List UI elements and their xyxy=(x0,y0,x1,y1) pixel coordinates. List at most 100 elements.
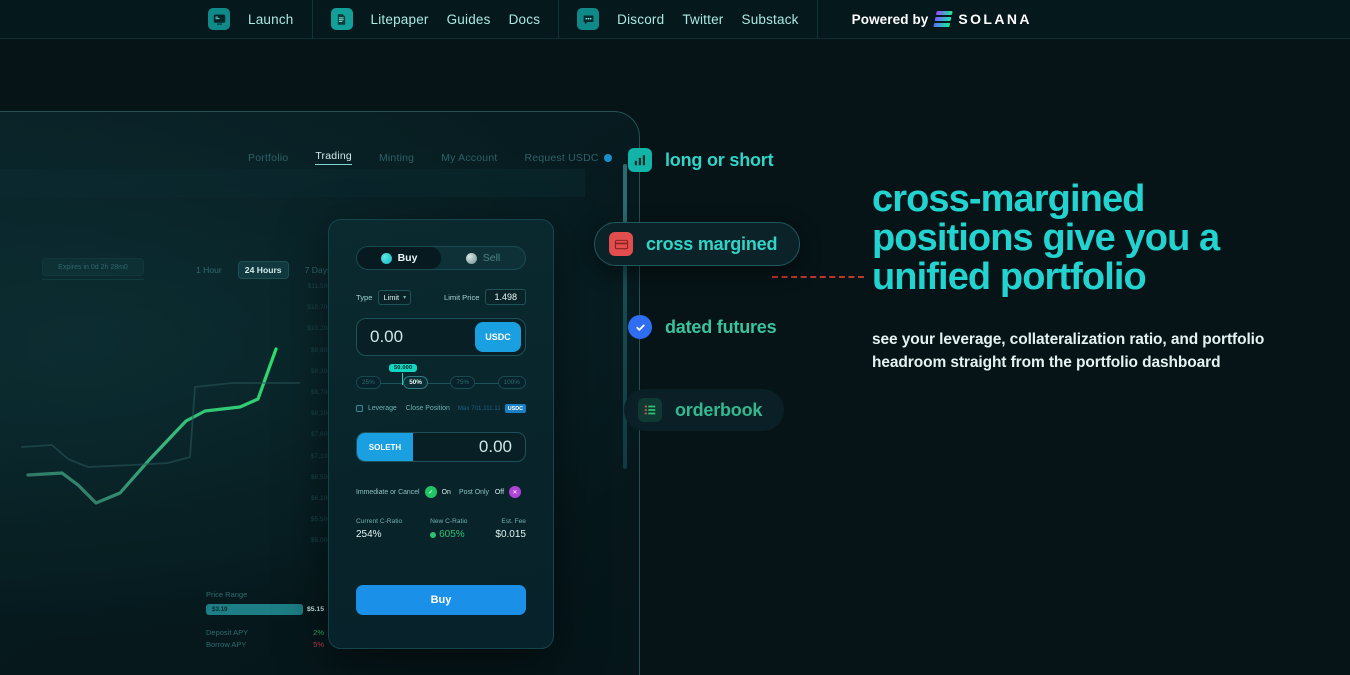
buy-sell-toggle: Buy Sell xyxy=(356,246,526,270)
post-only-label: Post Only xyxy=(459,488,489,496)
currency-usdc-button[interactable]: USDC xyxy=(475,322,521,352)
hero-stage: Portfolio Trading Minting My Account Req… xyxy=(0,39,1350,675)
feature-orderbook-label: orderbook xyxy=(675,399,763,420)
submit-buy-button[interactable]: Buy xyxy=(356,585,526,615)
y-tick: $8,700 xyxy=(310,388,331,396)
solana-wordmark: SOLANA xyxy=(958,11,1032,27)
new-cratio-label: New C-Ratio xyxy=(430,518,468,525)
up-indicator-icon xyxy=(430,531,437,538)
y-tick: $6,100 xyxy=(310,494,331,502)
nav-link-discord[interactable]: Discord xyxy=(617,12,664,27)
deposit-apy-label: Deposit APY xyxy=(206,628,249,637)
nav-link-guides[interactable]: Guides xyxy=(447,12,491,27)
y-tick: $10,700 xyxy=(307,304,331,312)
nav-link-substack[interactable]: Substack xyxy=(741,12,798,27)
chat-icon xyxy=(577,8,600,30)
y-tick: $7,600 xyxy=(310,431,331,439)
chart-y-axis-labels: $11,500 $10,700 $10,200 $9,800 $9,300 $8… xyxy=(289,283,331,544)
max-currency-tag: USDC xyxy=(504,404,526,413)
leverage-label: Leverage xyxy=(368,405,397,412)
slider-value-tooltip: 50.000 xyxy=(389,364,418,372)
sell-tab[interactable]: Sell xyxy=(441,247,525,269)
max-amount-label: Max 701,111.11 xyxy=(457,405,501,412)
price-range-panel: Price Range $3.19 $5.15 Deposit APY 2% B… xyxy=(206,590,324,649)
order-type-select[interactable]: Limit ▾ xyxy=(378,289,412,305)
y-tick: $5,000 xyxy=(310,537,331,545)
nav-group-social: Discord Twitter Substack xyxy=(559,0,816,39)
app-nav-my-account[interactable]: My Account xyxy=(441,152,497,164)
chevron-down-icon: ▾ xyxy=(403,294,407,301)
nav-link-litepaper[interactable]: Litepaper xyxy=(371,12,429,27)
y-tick: $5,500 xyxy=(310,516,331,524)
document-icon xyxy=(330,8,353,30)
order-type-value: Limit xyxy=(383,292,400,302)
post-only-state: Off xyxy=(494,488,504,496)
terminal-icon xyxy=(208,8,230,30)
immediate-or-cancel-toggle[interactable]: ✓ xyxy=(424,486,437,498)
new-cratio-cell: New C-Ratio 605% xyxy=(430,518,467,540)
est-fee-value: $0.015 xyxy=(495,529,526,540)
nav-link-docs[interactable]: Docs xyxy=(509,12,541,27)
current-cratio-value: 254% xyxy=(356,529,382,540)
feature-long-or-short-label: long or short xyxy=(665,149,774,170)
credit-card-icon xyxy=(609,232,633,256)
leverage-row: Leverage Close Position Max 701,111.11 U… xyxy=(356,404,526,413)
post-only-toggle[interactable]: ✕ xyxy=(509,486,521,498)
feature-dated-futures[interactable]: dated futures xyxy=(614,306,798,348)
sell-tab-label: Sell xyxy=(482,252,501,264)
percentage-slider[interactable]: 50.000 25% 50% 75% 100% xyxy=(356,364,526,395)
limit-price-input[interactable]: 1.498 xyxy=(485,289,526,305)
leverage-checkbox[interactable] xyxy=(356,405,363,412)
nav-group-launch: Launch xyxy=(190,0,312,39)
top-navigation-bar: Launch Litepaper Guides Docs Discord Twi… xyxy=(0,0,1350,39)
app-nav-trading[interactable]: Trading xyxy=(315,150,352,165)
y-tick: $7,100 xyxy=(310,452,331,460)
close-position-label[interactable]: Close Position xyxy=(406,405,450,412)
amount-input-field[interactable]: 0.00 USDC xyxy=(356,318,526,356)
feature-dated-futures-label: dated futures xyxy=(665,316,777,337)
app-nav-portfolio[interactable]: Portfolio xyxy=(248,152,288,164)
borrow-apy-value: 5% xyxy=(313,640,324,649)
solana-logo-icon xyxy=(933,11,954,27)
slider-step-25[interactable]: 25% xyxy=(356,376,381,389)
buy-coin-icon xyxy=(380,252,392,264)
timeframe-24-hours[interactable]: 24 Hours xyxy=(237,261,289,279)
borrow-apy-label: Borrow APY xyxy=(206,640,247,649)
nav-link-launch[interactable]: Launch xyxy=(248,12,294,27)
clock-check-icon xyxy=(628,315,652,339)
new-cratio-value: 605% xyxy=(439,529,465,540)
current-cratio-label: Current C-Ratio xyxy=(356,518,403,525)
timeframe-1-hour[interactable]: 1 Hour xyxy=(190,262,228,278)
feature-orderbook[interactable]: orderbook xyxy=(624,389,785,431)
list-rows-icon xyxy=(638,398,662,422)
buy-tab-label: Buy xyxy=(397,252,418,264)
feature-cross-margined-label: cross margined xyxy=(646,233,778,254)
soleth-input-field[interactable]: SOLETH 0.00 xyxy=(356,432,526,462)
deposit-apy-value: 2% xyxy=(313,628,324,637)
slider-step-100[interactable]: 100% xyxy=(497,376,526,389)
y-tick: $8,100 xyxy=(310,410,331,418)
nav-link-twitter[interactable]: Twitter xyxy=(682,12,723,27)
app-nav-request-usdc[interactable]: Request USDC xyxy=(524,152,612,164)
powered-by-solana: Powered by SOLANA xyxy=(818,11,1032,27)
max-amount[interactable]: Max 701,111.11 USDC xyxy=(458,404,526,413)
y-tick: $6,500 xyxy=(310,473,331,481)
app-topbar-strip xyxy=(0,169,585,197)
powered-by-label: Powered by xyxy=(851,11,929,27)
usdc-coin-icon xyxy=(603,153,612,162)
app-nav-minting[interactable]: Minting xyxy=(379,152,414,164)
order-flags-row: Immediate or Cancel ✓ On Post Only Off ✕ xyxy=(356,486,526,498)
amount-value: 0.00 xyxy=(370,327,404,346)
slider-step-50[interactable]: 50% xyxy=(403,376,428,389)
hero-subcopy: see your leverage, collateralization rat… xyxy=(872,331,1265,371)
buy-tab[interactable]: Buy xyxy=(357,247,441,269)
feature-long-or-short[interactable]: long or short xyxy=(614,139,795,181)
slider-step-75[interactable]: 75% xyxy=(450,376,476,389)
soleth-currency-button[interactable]: SOLETH xyxy=(357,433,413,461)
price-range-high: $5.15 xyxy=(306,606,324,613)
y-tick: $11,500 xyxy=(307,283,331,290)
nav-left-spacer xyxy=(0,0,190,39)
nav-group-docs: Litepaper Guides Docs xyxy=(313,0,559,39)
current-cratio-cell: Current C-Ratio 254% xyxy=(356,518,402,540)
feature-cross-margined[interactable]: cross margined xyxy=(594,222,801,266)
